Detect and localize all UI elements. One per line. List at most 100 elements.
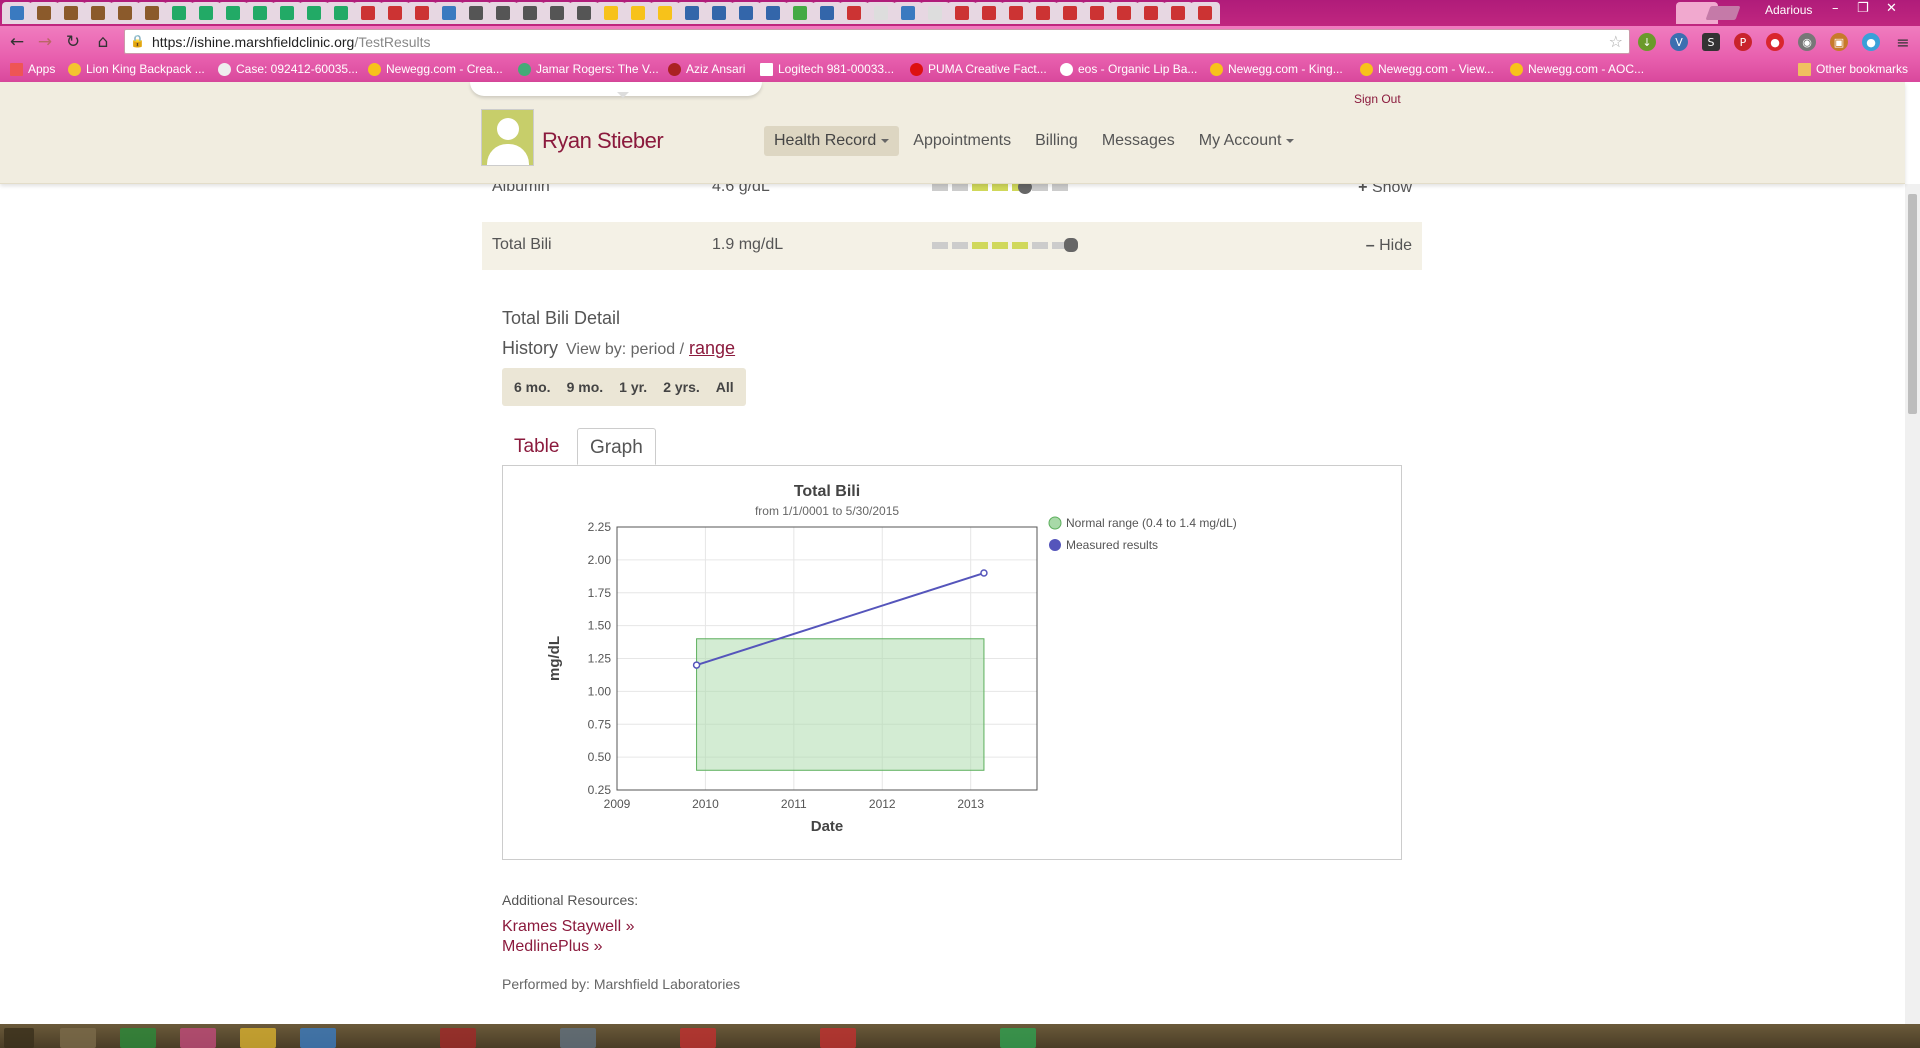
bookmark-item[interactable]: Jamar Rogers: The V...: [518, 62, 659, 76]
browser-tab[interactable]: [785, 2, 815, 24]
stop-extension-icon[interactable]: ●: [1766, 33, 1784, 51]
browser-tab[interactable]: [272, 2, 302, 24]
browser-tab[interactable]: [1136, 2, 1166, 24]
taskbar-app[interactable]: [1000, 1028, 1036, 1048]
other-bookmarks[interactable]: Other bookmarks: [1798, 62, 1908, 76]
bookmark-item[interactable]: PUMA Creative Fact...: [910, 62, 1047, 76]
browser-tab[interactable]: [1001, 2, 1031, 24]
restore-icon[interactable]: ❐: [1857, 1, 1869, 16]
bookmark-item[interactable]: Lion King Backpack ...: [68, 62, 205, 76]
browser-tab[interactable]: [542, 2, 572, 24]
tab-graph[interactable]: Graph: [577, 428, 656, 465]
browser-tab[interactable]: [1190, 2, 1220, 24]
period-all[interactable]: All: [708, 379, 742, 395]
period-9-months[interactable]: 9 mo.: [559, 379, 612, 395]
browser-tab[interactable]: [947, 2, 977, 24]
browser-tab[interactable]: [596, 2, 626, 24]
bookmark-item[interactable]: Newegg.com - Crea...: [368, 62, 503, 76]
close-window-icon[interactable]: ✕: [1886, 1, 1897, 16]
browser-tab[interactable]: [110, 2, 140, 24]
taskbar-app[interactable]: [680, 1028, 716, 1048]
browser-tab[interactable]: [29, 2, 59, 24]
browser-tab[interactable]: [461, 2, 491, 24]
nav-appointments[interactable]: Appointments: [903, 126, 1021, 156]
browser-tab[interactable]: [434, 2, 464, 24]
chrome-extension-icon[interactable]: ◉: [1798, 33, 1816, 51]
browser-tab[interactable]: [245, 2, 275, 24]
browser-tab[interactable]: [920, 2, 950, 24]
browser-tab[interactable]: [866, 2, 896, 24]
browser-tab[interactable]: [623, 2, 653, 24]
nav-billing[interactable]: Billing: [1025, 126, 1088, 156]
taskbar-app[interactable]: [560, 1028, 596, 1048]
globe-extension-icon[interactable]: ●: [1862, 33, 1880, 51]
browser-tab[interactable]: [407, 2, 437, 24]
show-toggle[interactable]: + Show: [1358, 184, 1412, 197]
browser-tab[interactable]: [326, 2, 356, 24]
browser-tab[interactable]: [2, 2, 32, 24]
bookmark-item[interactable]: Case: 092412-60035...: [218, 62, 358, 76]
skype-extension-icon[interactable]: S: [1702, 33, 1720, 51]
browser-tab[interactable]: [1109, 2, 1139, 24]
new-tab-button[interactable]: [1705, 6, 1741, 20]
taskbar-app[interactable]: [440, 1028, 476, 1048]
minimize-icon[interactable]: –: [1832, 1, 1839, 16]
browser-tab[interactable]: [731, 2, 761, 24]
range-link[interactable]: range: [689, 338, 735, 358]
period-2-years[interactable]: 2 yrs.: [655, 379, 708, 395]
browser-tab[interactable]: [1082, 2, 1112, 24]
scroll-thumb[interactable]: [1908, 194, 1917, 414]
browser-tab[interactable]: [137, 2, 167, 24]
cart-extension-icon[interactable]: ▣: [1830, 33, 1848, 51]
pinterest-extension-icon[interactable]: P: [1734, 33, 1752, 51]
taskbar-app[interactable]: [120, 1028, 156, 1048]
taskbar-app[interactable]: [240, 1028, 276, 1048]
period-6-months[interactable]: 6 mo.: [506, 379, 559, 395]
nav-messages[interactable]: Messages: [1092, 126, 1185, 156]
browser-tab[interactable]: [488, 2, 518, 24]
browser-tab[interactable]: [1028, 2, 1058, 24]
browser-tab[interactable]: [83, 2, 113, 24]
nav-my-account[interactable]: My Account: [1189, 126, 1305, 156]
browser-tab[interactable]: [1055, 2, 1085, 24]
hide-toggle[interactable]: – Hide: [1366, 237, 1412, 255]
home-icon[interactable]: ⌂: [92, 32, 114, 52]
browser-tab[interactable]: [974, 2, 1004, 24]
browser-tab[interactable]: [758, 2, 788, 24]
bookmark-item[interactable]: Newegg.com - View...: [1360, 62, 1494, 76]
taskbar-app[interactable]: [180, 1028, 216, 1048]
browser-tab[interactable]: [299, 2, 329, 24]
period-1-year[interactable]: 1 yr.: [611, 379, 655, 395]
vpn-extension-icon[interactable]: V: [1670, 33, 1688, 51]
bookmark-item[interactable]: eos - Organic Lip Ba...: [1060, 62, 1197, 76]
taskbar-app[interactable]: [300, 1028, 336, 1048]
menu-icon[interactable]: ≡: [1894, 33, 1912, 52]
reload-icon[interactable]: ↻: [62, 32, 84, 52]
header-pull-tab[interactable]: [470, 82, 762, 96]
browser-tab[interactable]: [839, 2, 869, 24]
browser-tab[interactable]: [1163, 2, 1193, 24]
tab-table[interactable]: Table: [502, 428, 571, 465]
page-scrollbar[interactable]: [1905, 184, 1920, 1024]
browser-tab[interactable]: [380, 2, 410, 24]
taskbar-app[interactable]: [60, 1028, 96, 1048]
bookmark-item[interactable]: Newegg.com - AOC...: [1510, 62, 1644, 76]
bookmark-star-icon[interactable]: ☆: [1609, 32, 1623, 51]
back-icon[interactable]: ←: [6, 32, 28, 52]
nav-health-record[interactable]: Health Record: [764, 126, 900, 156]
browser-tab[interactable]: [704, 2, 734, 24]
bookmark-item[interactable]: Aziz Ansari: [668, 62, 745, 76]
forward-icon[interactable]: →: [34, 32, 56, 52]
bookmark-item[interactable]: Logitech 981-00033...: [760, 62, 894, 76]
browser-tab[interactable]: [515, 2, 545, 24]
medlineplus-link[interactable]: MedlinePlus »: [502, 938, 603, 956]
browser-tab[interactable]: [164, 2, 194, 24]
krames-staywell-link[interactable]: Krames Staywell »: [502, 918, 635, 936]
browser-tab[interactable]: [191, 2, 221, 24]
browser-tab[interactable]: [353, 2, 383, 24]
download-extension-icon[interactable]: ↓: [1638, 33, 1656, 51]
browser-tab[interactable]: [218, 2, 248, 24]
browser-tab[interactable]: [677, 2, 707, 24]
address-bar[interactable]: 🔒 https://ishine.marshfieldclinic.org/Te…: [124, 29, 1630, 54]
sign-out-link[interactable]: Sign Out: [1354, 92, 1401, 106]
